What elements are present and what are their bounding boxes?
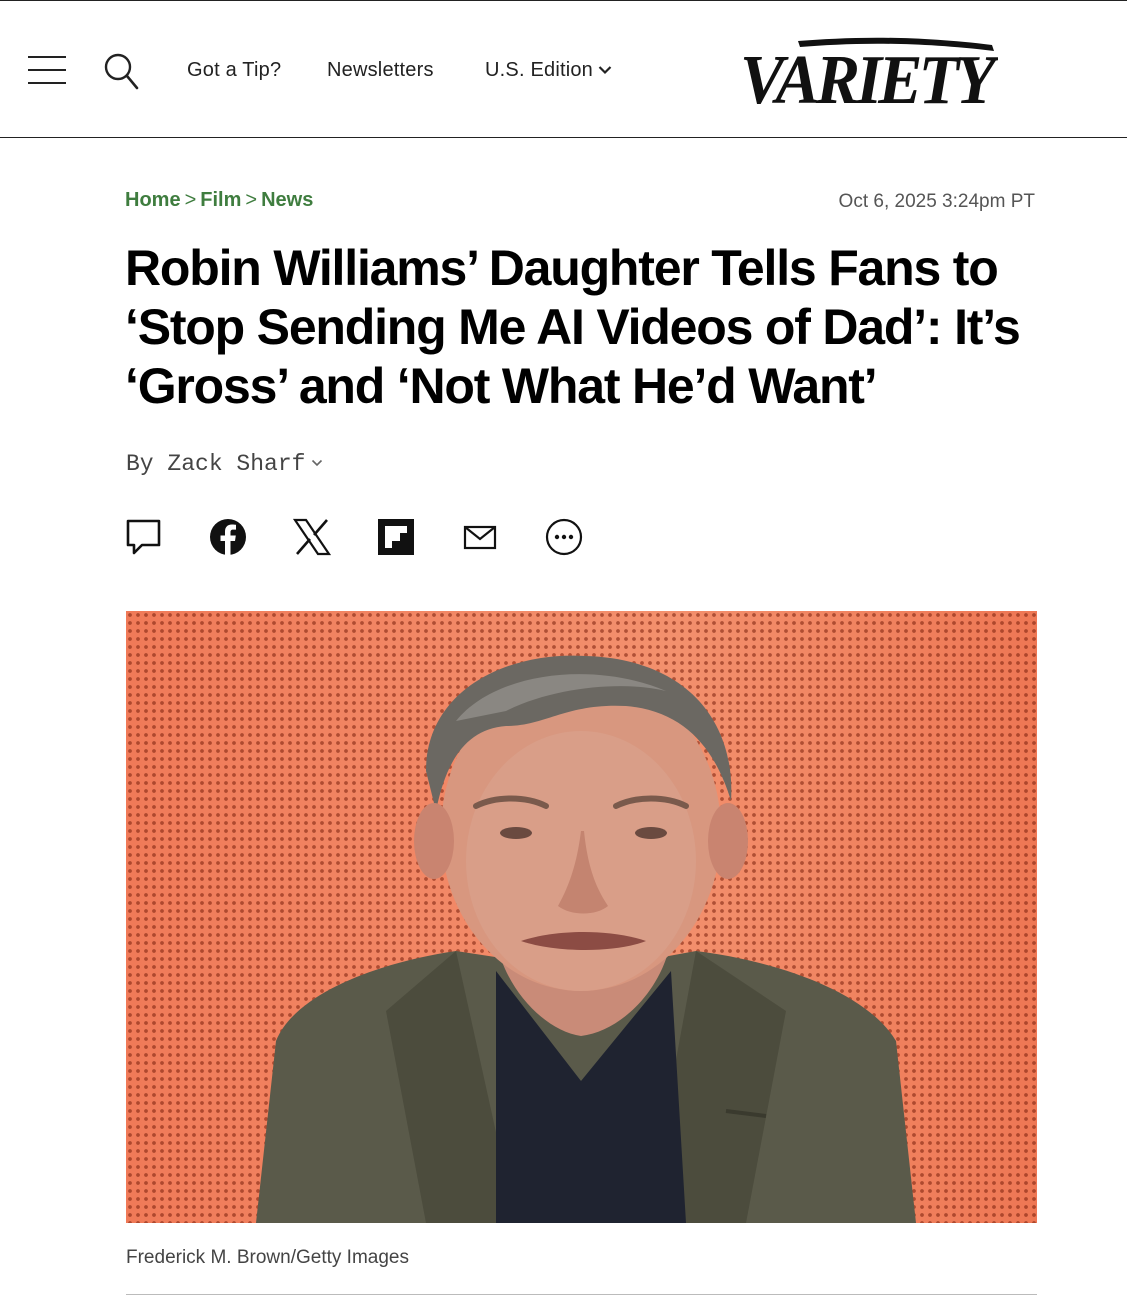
- article-headline: Robin Williams’ Daughter Tells Fans to ‘…: [125, 240, 1021, 414]
- nav-got-a-tip[interactable]: Got a Tip?: [187, 59, 281, 82]
- portrait-illustration: [256, 655, 916, 1223]
- variety-logo[interactable]: VARIETY: [740, 31, 1006, 119]
- comment-icon[interactable]: [124, 517, 164, 557]
- publish-timestamp: Oct 6, 2025 3:24pm PT: [838, 191, 1035, 212]
- edition-label: U.S. Edition: [485, 59, 594, 81]
- breadcrumb-film[interactable]: Film: [200, 189, 241, 211]
- byline: By Zack Sharf: [126, 451, 323, 477]
- breadcrumb-news[interactable]: News: [261, 189, 313, 211]
- search-icon[interactable]: [102, 51, 142, 91]
- breadcrumb-separator: >: [184, 189, 197, 211]
- photo-credit: Frederick M. Brown/Getty Images: [126, 1247, 409, 1268]
- logo-text: VARIETY: [740, 42, 998, 111]
- x-icon[interactable]: [292, 517, 332, 557]
- chevron-down-icon[interactable]: [311, 459, 323, 467]
- more-icon[interactable]: [544, 517, 584, 557]
- flipboard-icon[interactable]: [376, 517, 416, 557]
- nav-newsletters[interactable]: Newsletters: [327, 59, 434, 82]
- chevron-down-icon: [598, 66, 612, 75]
- facebook-icon[interactable]: [208, 517, 248, 557]
- nav-edition-dropdown[interactable]: U.S. Edition: [485, 59, 612, 82]
- breadcrumb-separator: >: [245, 189, 258, 211]
- menu-icon[interactable]: [28, 53, 68, 87]
- divider: [126, 1294, 1037, 1295]
- author-name[interactable]: Zack Sharf: [167, 451, 305, 477]
- site-header: Got a Tip? Newsletters U.S. Edition VARI…: [0, 0, 1127, 138]
- breadcrumb-home[interactable]: Home: [125, 189, 181, 211]
- breadcrumb: Home > Film > News: [125, 189, 313, 212]
- email-icon[interactable]: [460, 517, 500, 557]
- byline-prefix: By: [126, 451, 154, 477]
- hero-photo: [126, 611, 1037, 1223]
